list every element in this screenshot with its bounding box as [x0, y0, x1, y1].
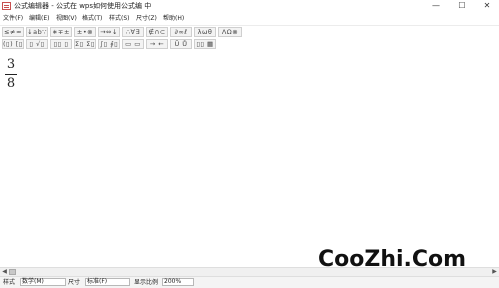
fraction-denominator[interactable]: 8: [5, 77, 17, 90]
title-bar: 公式编辑器 - 公式在 wps如何使用公式编 中 — ☐ ✕: [0, 0, 499, 13]
fraction-radical-templates-button[interactable]: ▯ √▯: [26, 39, 48, 49]
greek-uppercase-button[interactable]: ΛΩ⊗: [218, 27, 242, 37]
labeled-arrow-templates-button[interactable]: → ←: [146, 39, 168, 49]
horizontal-scrollbar[interactable]: ◀ ▶: [0, 267, 499, 277]
fraction-bar: [5, 74, 17, 75]
embellishments-button[interactable]: ∗∓±: [50, 27, 72, 37]
scrollbar-thumb[interactable]: [9, 269, 16, 275]
minimize-button[interactable]: —: [424, 0, 448, 12]
menu-format[interactable]: 格式(T): [82, 15, 102, 23]
overbar-underbar-templates-button[interactable]: ▭ ▭: [122, 39, 144, 49]
style-label: 样式: [3, 279, 16, 286]
menu-file[interactable]: 文件(F): [3, 15, 23, 23]
zoom-selector[interactable]: 200%: [162, 278, 194, 286]
spaces-ellipses-button[interactable]: ↓ab∵: [26, 27, 48, 37]
menu-style[interactable]: 样式(S): [109, 15, 130, 23]
menu-help[interactable]: 帮助(H): [163, 15, 184, 23]
menu-bar: 文件(F) 编辑(E) 视图(V) 格式(T) 样式(S) 尺寸(Z) 帮助(H…: [0, 13, 499, 26]
size-label: 尺寸: [68, 279, 81, 286]
integral-templates-button[interactable]: ∫▯ ∮▯: [98, 39, 120, 49]
arrow-symbols-button[interactable]: →⇔↓: [98, 27, 120, 37]
products-set-templates-button[interactable]: Ũ Ů: [170, 39, 192, 49]
relational-symbols-button[interactable]: ≤≠≈: [2, 27, 24, 37]
matrix-templates-button[interactable]: ▯▯ ▦: [194, 39, 216, 49]
equation-workspace[interactable]: 3 8: [0, 51, 499, 267]
fence-templates-button[interactable]: (▯) [▯]: [2, 39, 24, 49]
scroll-right-arrow-icon[interactable]: ▶: [490, 268, 499, 276]
menu-size[interactable]: 尺寸(Z): [136, 15, 157, 23]
greek-lowercase-button[interactable]: λωθ: [194, 27, 216, 37]
size-selector[interactable]: 标准(F): [85, 278, 130, 286]
subscript-superscript-templates-button[interactable]: ▯▯ ▯: [50, 39, 72, 49]
operator-symbols-button[interactable]: ±•⊗: [74, 27, 96, 37]
scroll-left-arrow-icon[interactable]: ◀: [0, 268, 9, 276]
status-bar: 样式 数学(M) 尺寸 标准(F) 显示比例 200%: [0, 277, 499, 288]
fraction-equation[interactable]: 3 8: [5, 58, 17, 90]
misc-symbols-button[interactable]: ∂∞ℓ: [170, 27, 192, 37]
fraction-numerator[interactable]: 3: [5, 58, 17, 71]
maximize-button[interactable]: ☐: [450, 0, 474, 12]
template-palette-row: (▯) [▯] ▯ √▯ ▯▯ ▯ Σ▯ Σ▯ ∫▯ ∮▯ ▭ ▭ → ← Ũ …: [0, 38, 499, 50]
zoom-label: 显示比例: [134, 279, 159, 286]
style-selector[interactable]: 数学(M): [20, 278, 66, 286]
symbol-palette-row: ≤≠≈ ↓ab∵ ∗∓± ±•⊗ →⇔↓ ∴∀∃ ∉∩⊂ ∂∞ℓ λωθ ΛΩ⊗: [0, 26, 499, 38]
window-title: 公式编辑器 - 公式在 wps如何使用公式编 中: [14, 2, 152, 10]
summation-templates-button[interactable]: Σ▯ Σ▯: [74, 39, 96, 49]
set-theory-symbols-button[interactable]: ∉∩⊂: [146, 27, 168, 37]
menu-edit[interactable]: 编辑(E): [29, 15, 49, 23]
logical-symbols-button[interactable]: ∴∀∃: [122, 27, 144, 37]
equation-editor-app-icon: [2, 2, 11, 10]
menu-view[interactable]: 视图(V): [56, 15, 77, 23]
close-button[interactable]: ✕: [475, 0, 499, 12]
